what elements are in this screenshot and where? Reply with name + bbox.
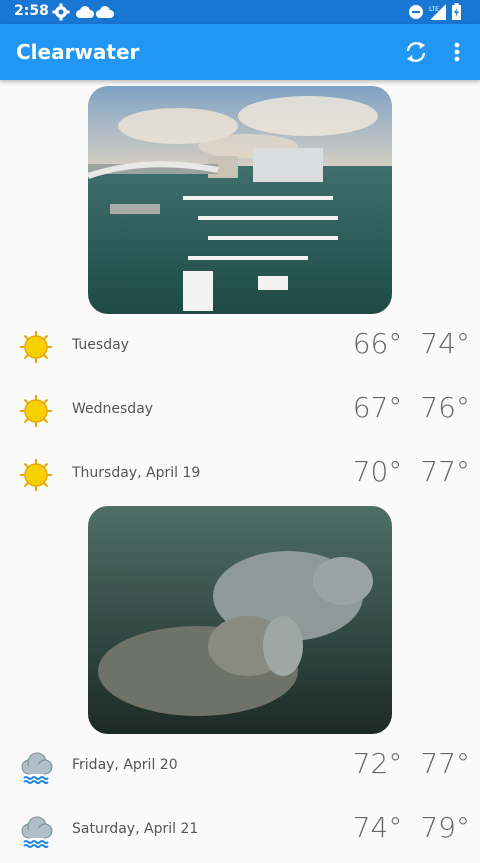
- temp-low: 67°: [352, 391, 403, 424]
- temp-low: 66°: [352, 327, 403, 360]
- forecast-temps: 70° 77°: [353, 455, 470, 488]
- city-photo-marina: [88, 86, 392, 314]
- lte-signal-icon: LTE: [429, 4, 446, 20]
- status-time: 2:58: [14, 3, 49, 19]
- app-bar: Clearwater: [0, 24, 480, 80]
- battery-icon: [452, 3, 461, 20]
- more-vert-icon: [454, 42, 460, 62]
- cloud-notification-icon-2: [96, 6, 114, 18]
- settings-gear-icon: [52, 3, 70, 21]
- temp-high: 74°: [420, 327, 470, 360]
- temp-low: 74°: [352, 811, 403, 844]
- forecast-day: Thursday, April 19: [72, 465, 201, 481]
- temp-high: 77°: [420, 455, 470, 488]
- status-bar: 2:58 LTE: [0, 0, 480, 24]
- forecast-temps: 67° 76°: [353, 391, 470, 424]
- app-title: Clearwater: [16, 40, 140, 64]
- temp-low: 72°: [352, 747, 403, 780]
- forecast-row[interactable]: Tuesday 66° 74°: [0, 315, 480, 379]
- temp-low: 70°: [352, 455, 403, 488]
- forecast-row[interactable]: Wednesday 67° 76°: [0, 379, 480, 443]
- temp-high: 77°: [420, 747, 470, 780]
- temp-high: 79°: [420, 811, 470, 844]
- sun-icon: [20, 395, 52, 427]
- refresh-icon: [406, 42, 426, 62]
- forecast-row[interactable]: Friday, April 20 72° 77°: [0, 735, 480, 799]
- do-not-disturb-icon: [409, 5, 423, 19]
- status-system-icons: LTE: [408, 3, 464, 25]
- forecast-row[interactable]: Thursday, April 19 70° 77°: [0, 443, 480, 507]
- rain-cloud-icon: [21, 752, 53, 784]
- rain-cloud-icon: [21, 816, 53, 848]
- status-notification-icons: [52, 3, 114, 25]
- sun-icon: [20, 459, 52, 491]
- forecast-temps: 74° 79°: [353, 811, 470, 844]
- forecast-day: Tuesday: [72, 337, 129, 353]
- forecast-temps: 66° 74°: [353, 327, 470, 360]
- cloud-notification-icon: [76, 6, 94, 18]
- svg-text:LTE: LTE: [429, 6, 439, 13]
- forecast-row[interactable]: Saturday, April 21 74° 79°: [0, 799, 480, 863]
- overflow-menu-button[interactable]: [447, 38, 467, 66]
- refresh-button[interactable]: [402, 38, 430, 66]
- forecast-day: Wednesday: [72, 401, 154, 417]
- forecast-day: Saturday, April 21: [72, 821, 199, 837]
- forecast-temps: 72° 77°: [353, 747, 470, 780]
- forecast-day: Friday, April 20: [72, 757, 178, 773]
- sun-icon: [20, 331, 52, 363]
- temp-high: 76°: [420, 391, 470, 424]
- city-photo-manatees: [88, 506, 392, 734]
